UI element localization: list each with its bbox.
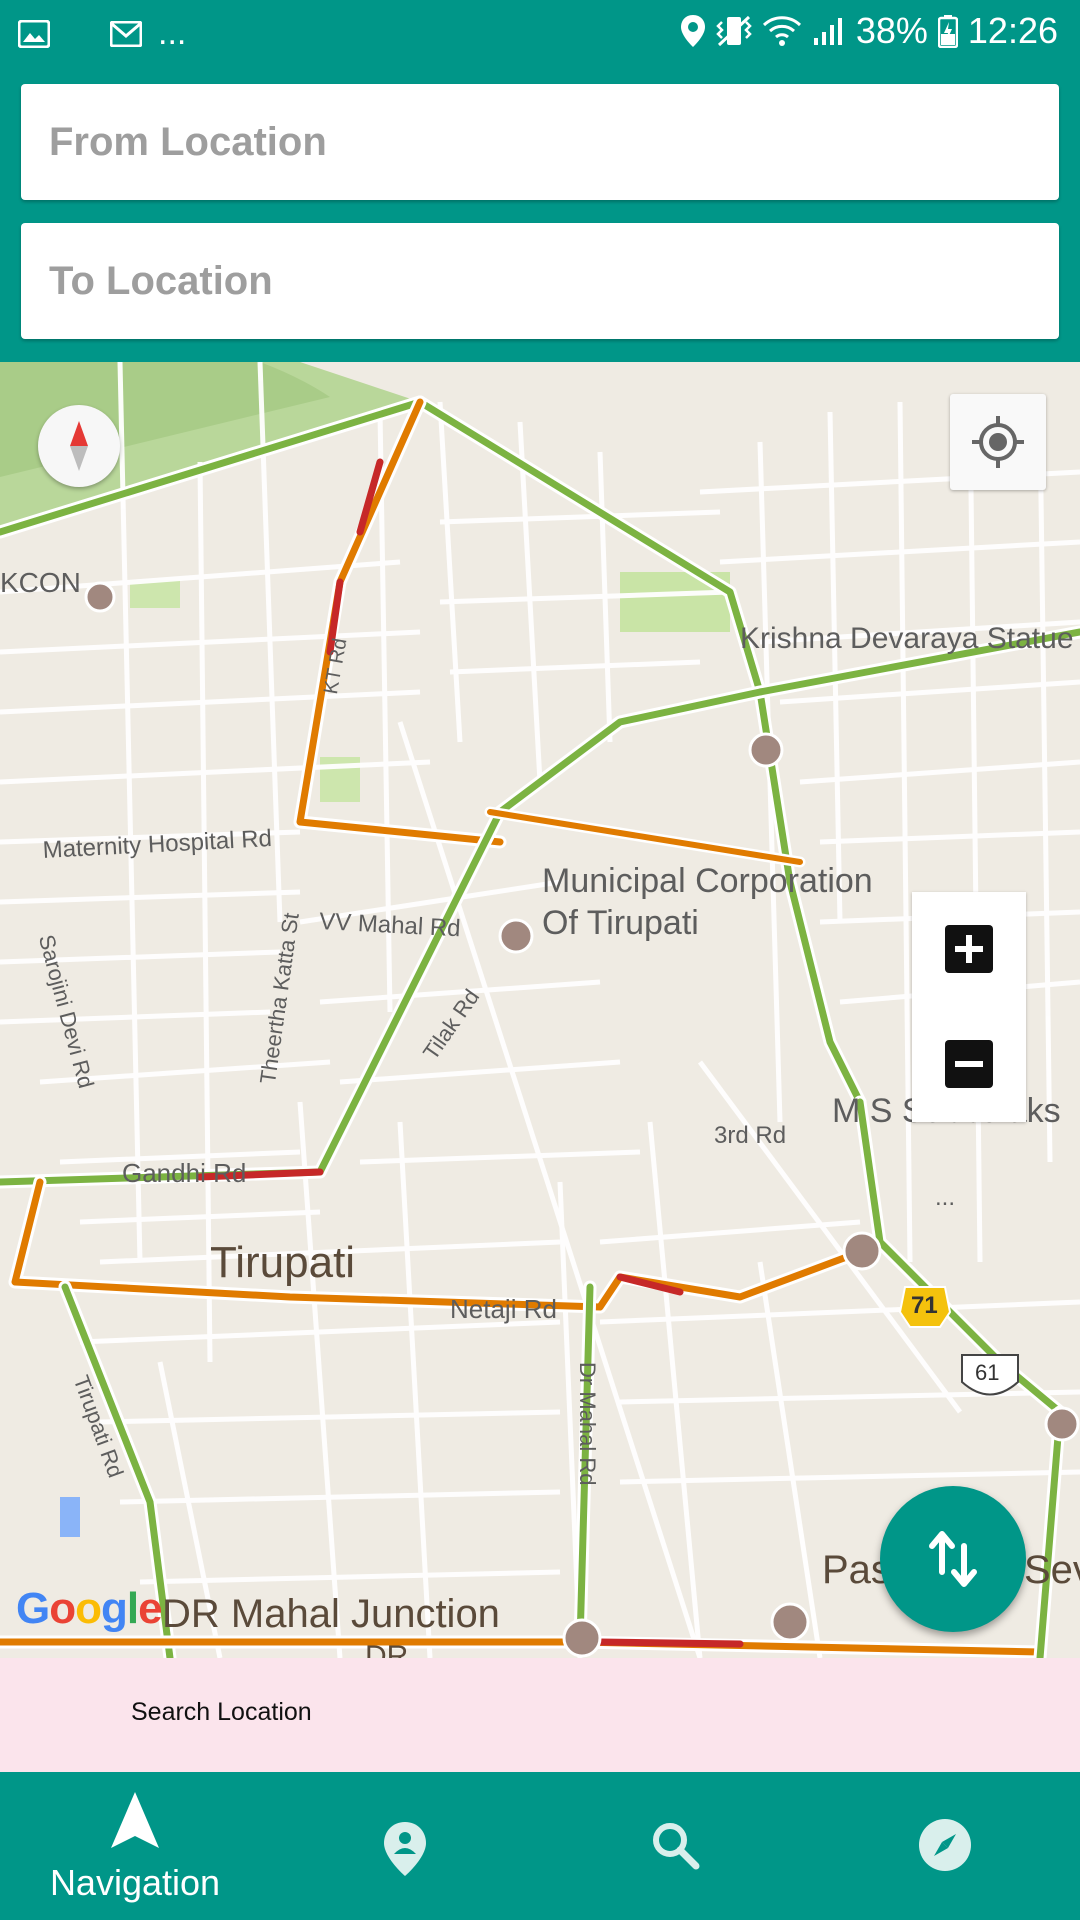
label-netaji-rd: Netaji Rd	[450, 1294, 557, 1324]
google-logo: Google	[16, 1584, 163, 1633]
swap-vertical-icon	[929, 1531, 977, 1587]
bottom-navigation: Navigation	[0, 1772, 1080, 1920]
minus-icon	[955, 1061, 983, 1067]
shield-61-label: 61	[975, 1360, 1000, 1385]
search-location-label[interactable]: Search Location	[131, 1698, 312, 1727]
wifi-icon	[762, 16, 801, 46]
location-icon	[680, 15, 705, 47]
label-sev: Sev	[1024, 1548, 1080, 1592]
search-location-bar[interactable]: Search Location	[0, 1658, 1080, 1772]
label-krishna-statue: Krishna Devaraya Statue	[740, 622, 1074, 655]
nav-item-places[interactable]	[270, 1772, 540, 1920]
plus-icon	[955, 935, 983, 963]
zoom-out-button[interactable]	[945, 1040, 993, 1088]
gallery-icon	[18, 19, 50, 48]
label-3rd-rd: 3rd Rd	[714, 1122, 787, 1149]
compass-icon	[919, 1819, 971, 1871]
notification-overflow: ...	[158, 14, 187, 52]
search-icon	[653, 1823, 700, 1870]
from-location-field[interactable]	[21, 84, 1059, 200]
label-dr-mahal-rd: Dr Mahal Rd	[575, 1362, 600, 1486]
zoom-in-button[interactable]	[945, 925, 993, 973]
battery-percent: 38%	[855, 10, 928, 51]
nav-label-navigation: Navigation	[49, 1862, 221, 1903]
compass-needle-icon	[70, 421, 88, 471]
from-location-input[interactable]	[47, 118, 1059, 166]
label-municipal-corporation-1: Municipal Corporation	[542, 862, 873, 900]
clock: 12:26	[967, 10, 1058, 51]
status-bar: ... 38% 12:26	[0, 0, 1080, 70]
label-dots: ...	[935, 1184, 956, 1211]
label-iskcon: KCON	[0, 567, 81, 598]
place-pin-icon	[384, 1822, 426, 1876]
signal-icon	[813, 18, 842, 45]
to-location-input[interactable]	[47, 257, 1059, 305]
label-tirupati-city: Tirupati	[210, 1238, 356, 1287]
vibrate-icon	[716, 15, 752, 47]
nav-item-navigation[interactable]: Navigation	[0, 1772, 270, 1920]
mail-icon	[110, 20, 142, 47]
nav-item-search[interactable]	[540, 1772, 810, 1920]
shield-71-label: 71	[911, 1292, 938, 1319]
my-location-button[interactable]	[950, 394, 1046, 490]
map-view[interactable]: KCON Krishna Devaraya Statue Maternity H…	[0, 362, 1080, 1658]
swap-locations-button[interactable]	[880, 1486, 1026, 1632]
navigation-arrow-icon	[111, 1792, 159, 1848]
label-municipal-corporation-2: Of Tirupati	[542, 904, 699, 942]
my-location-icon	[972, 416, 1024, 468]
label-dr-partial: DR	[365, 1640, 409, 1658]
battery-icon	[937, 15, 958, 48]
label-gandhi-rd: Gandhi Rd	[122, 1158, 247, 1188]
label-dr-mahal-junction: DR Mahal Junction	[162, 1592, 500, 1636]
zoom-controls	[912, 892, 1026, 1122]
map-compass-button[interactable]	[38, 405, 120, 487]
location-header	[0, 70, 1080, 362]
to-location-field[interactable]	[21, 223, 1059, 339]
nav-item-explore[interactable]	[810, 1772, 1080, 1920]
